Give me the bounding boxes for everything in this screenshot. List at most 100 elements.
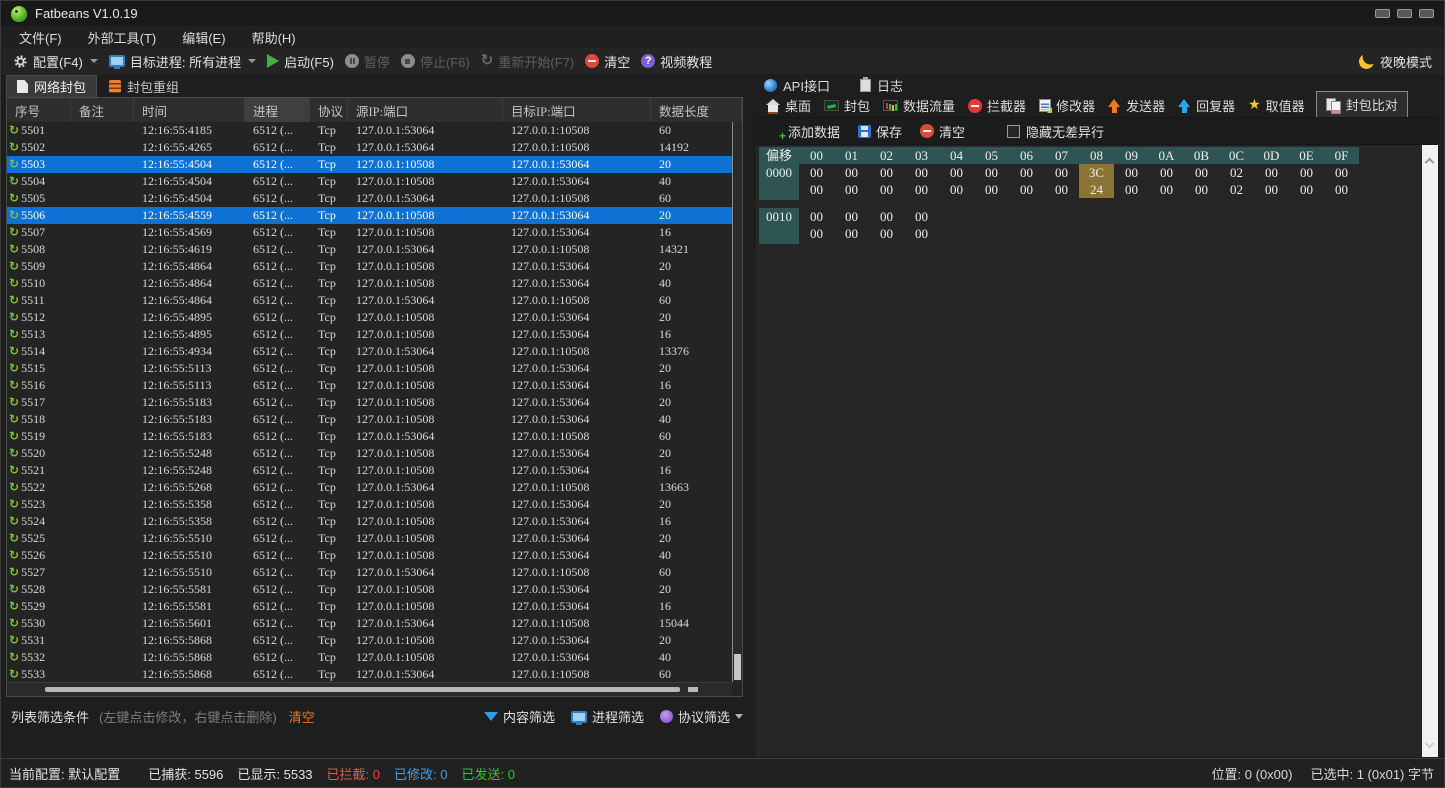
hex-cell[interactable]: 02 <box>1219 164 1254 181</box>
tab-network-packets[interactable]: 网络封包 <box>6 75 97 97</box>
hex-cell[interactable]: 00 <box>1009 181 1044 198</box>
table-row[interactable]: ↻552312:16:55:53586512 (...Tcp127.0.0.1:… <box>7 496 732 513</box>
table-row[interactable]: ↻550712:16:55:45696512 (...Tcp127.0.0.1:… <box>7 224 732 241</box>
compare-clear-button[interactable]: 清空 <box>920 122 965 141</box>
hex-cell[interactable]: 00 <box>939 181 974 198</box>
table-row[interactable]: ↻551312:16:55:48956512 (...Tcp127.0.0.1:… <box>7 326 732 343</box>
hex-cell[interactable]: 00 <box>1044 164 1079 181</box>
table-row[interactable]: ↻551112:16:55:48646512 (...Tcp127.0.0.1:… <box>7 292 732 309</box>
table-row[interactable]: ↻552612:16:55:55106512 (...Tcp127.0.0.1:… <box>7 547 732 564</box>
table-row[interactable]: ↻550612:16:55:45596512 (...Tcp127.0.0.1:… <box>7 207 732 224</box>
table-row[interactable]: ↻553112:16:55:58686512 (...Tcp127.0.0.1:… <box>7 632 732 649</box>
hex-cell[interactable]: 00 <box>869 181 904 198</box>
table-row[interactable]: ↻551812:16:55:51836512 (...Tcp127.0.0.1:… <box>7 411 732 428</box>
column-header-length[interactable]: 数据长度 <box>651 98 742 122</box>
column-header-seq[interactable]: 序号 <box>7 98 71 122</box>
hex-cell[interactable]: 00 <box>869 164 904 181</box>
chevron-down-icon[interactable] <box>248 59 256 63</box>
minimize-button[interactable] <box>1375 9 1390 18</box>
start-button[interactable]: 启动(F5) <box>267 52 334 71</box>
hex-cell[interactable]: 00 <box>1149 164 1184 181</box>
table-row[interactable]: ↻551412:16:55:49346512 (...Tcp127.0.0.1:… <box>7 343 732 360</box>
scrollbar-thumb[interactable] <box>45 687 680 692</box>
table-row[interactable]: ↻552512:16:55:55106512 (...Tcp127.0.0.1:… <box>7 530 732 547</box>
hex-cell[interactable]: 02 <box>1219 181 1254 198</box>
hex-vertical-scrollbar[interactable] <box>1422 145 1438 757</box>
menu-external-tools[interactable]: 外部工具(T) <box>88 28 157 47</box>
hex-cell[interactable]: 00 <box>1114 164 1149 181</box>
table-row[interactable]: ↻551512:16:55:51136512 (...Tcp127.0.0.1:… <box>7 360 732 377</box>
tab-api[interactable]: API接口 <box>764 76 830 95</box>
hex-cell[interactable]: 00 <box>799 225 834 242</box>
table-row[interactable]: ↻552812:16:55:55816512 (...Tcp127.0.0.1:… <box>7 581 732 598</box>
table-row[interactable]: ↻552912:16:55:55816512 (...Tcp127.0.0.1:… <box>7 598 732 615</box>
chevron-down-icon[interactable] <box>735 714 743 719</box>
hide-identical-rows-checkbox[interactable]: 隐藏无差异行 <box>1007 122 1104 141</box>
hex-cell[interactable]: 00 <box>1289 181 1324 198</box>
content-filter-button[interactable]: 内容筛选 <box>484 707 555 726</box>
tab-packet[interactable]: 封包 <box>822 94 872 117</box>
hex-cell[interactable]: 00 <box>1044 181 1079 198</box>
hex-cell[interactable]: 00 <box>904 181 939 198</box>
hex-cell[interactable]: 00 <box>939 164 974 181</box>
process-filter-button[interactable]: 进程筛选 <box>571 707 644 726</box>
table-row[interactable]: ↻553012:16:55:56016512 (...Tcp127.0.0.1:… <box>7 615 732 632</box>
hex-cell[interactable]: 00 <box>1254 181 1289 198</box>
hex-cell[interactable]: 00 <box>1324 181 1359 198</box>
pause-button[interactable]: 暂停 <box>345 52 390 71</box>
column-header-protocol[interactable]: 协议 <box>310 98 348 122</box>
save-button[interactable]: 保存 <box>858 122 902 141</box>
table-row[interactable]: ↻550112:16:55:41856512 (...Tcp127.0.0.1:… <box>7 122 732 139</box>
tab-desktop[interactable]: 桌面 <box>764 94 813 117</box>
hex-cell[interactable]: 00 <box>1324 164 1359 181</box>
hex-cell[interactable]: 00 <box>1114 181 1149 198</box>
hex-cell[interactable]: 00 <box>904 225 939 242</box>
column-header-src[interactable]: 源IP:端口 <box>348 98 503 122</box>
table-row[interactable]: ↻551912:16:55:51836512 (...Tcp127.0.0.1:… <box>7 428 732 445</box>
hex-diff-cell[interactable]: 24 <box>1079 181 1114 198</box>
filter-clear-button[interactable]: 清空 <box>289 707 315 726</box>
table-row[interactable]: ↻552712:16:55:55106512 (...Tcp127.0.0.1:… <box>7 564 732 581</box>
target-process-button[interactable]: 目标进程: 所有进程 <box>109 52 256 71</box>
protocol-filter-button[interactable]: 协议筛选 <box>660 707 743 726</box>
table-row[interactable]: ↻551712:16:55:51836512 (...Tcp127.0.0.1:… <box>7 394 732 411</box>
night-mode-toggle[interactable]: 夜晚模式 <box>1359 48 1432 74</box>
column-header-process[interactable]: 进程 <box>245 98 310 122</box>
tab-modifier[interactable]: 修改器 <box>1037 94 1097 117</box>
restart-button[interactable]: ↻ 重新开始(F7) <box>481 52 574 71</box>
hex-cell[interactable]: 00 <box>974 181 1009 198</box>
table-row[interactable]: ↻552112:16:55:52486512 (...Tcp127.0.0.1:… <box>7 462 732 479</box>
table-row[interactable]: ↻551012:16:55:48646512 (...Tcp127.0.0.1:… <box>7 275 732 292</box>
tab-log[interactable]: 日志 <box>860 76 903 95</box>
menu-help[interactable]: 帮助(H) <box>252 28 296 47</box>
table-row[interactable]: ↻553312:16:55:58686512 (...Tcp127.0.0.1:… <box>7 666 732 682</box>
column-header-dst[interactable]: 目标IP:端口 <box>503 98 651 122</box>
column-header-time[interactable]: 时间 <box>134 98 245 122</box>
stop-button[interactable]: 停止(F6) <box>401 52 470 71</box>
tab-extractor[interactable]: ★ 取值器 <box>1246 94 1307 117</box>
video-tutorial-button[interactable]: ? 视频教程 <box>641 52 712 71</box>
clear-button[interactable]: 清空 <box>585 52 630 71</box>
column-header-note[interactable]: 备注 <box>71 98 134 122</box>
table-row[interactable]: ↻551612:16:55:51136512 (...Tcp127.0.0.1:… <box>7 377 732 394</box>
menu-file[interactable]: 文件(F) <box>19 28 62 47</box>
hex-cell[interactable]: 00 <box>834 225 869 242</box>
add-data-button[interactable]: 添加数据 <box>770 122 840 141</box>
hex-cell[interactable]: 00 <box>834 181 869 198</box>
hex-cell[interactable]: 00 <box>1149 181 1184 198</box>
tab-packet-reassembly[interactable]: 封包重组 <box>99 75 189 97</box>
tab-data-traffic[interactable]: 数据流量 <box>881 94 957 117</box>
hex-cell[interactable]: 00 <box>834 164 869 181</box>
table-row[interactable]: ↻552412:16:55:53586512 (...Tcp127.0.0.1:… <box>7 513 732 530</box>
table-row[interactable]: ↻550212:16:55:42656512 (...Tcp127.0.0.1:… <box>7 139 732 156</box>
table-row[interactable]: ↻552012:16:55:52486512 (...Tcp127.0.0.1:… <box>7 445 732 462</box>
hex-cell[interactable]: 00 <box>1184 181 1219 198</box>
close-button[interactable] <box>1419 9 1434 18</box>
config-button[interactable]: 配置(F4) <box>13 52 98 71</box>
scroll-down-icon[interactable] <box>1425 739 1435 749</box>
hex-cell[interactable]: 00 <box>1009 164 1044 181</box>
table-row[interactable]: ↻550512:16:55:45046512 (...Tcp127.0.0.1:… <box>7 190 732 207</box>
tab-sender[interactable]: 发送器 <box>1106 94 1167 117</box>
hex-cell[interactable]: 00 <box>1254 164 1289 181</box>
hex-cell[interactable]: 00 <box>834 208 869 225</box>
